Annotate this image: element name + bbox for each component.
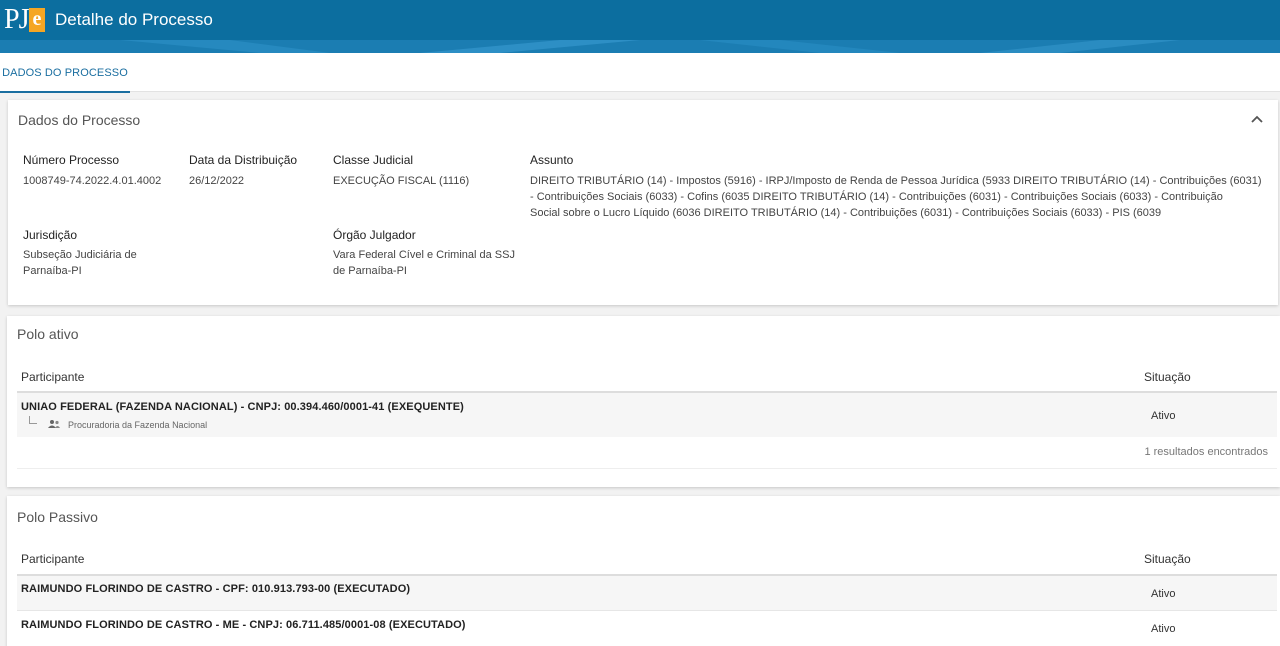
polo-passivo-card: Polo Passivo Participante Situação RAIMU…: [7, 496, 1280, 646]
logo-accent: e: [29, 8, 45, 32]
col-participante: Participante: [21, 370, 85, 384]
data-distribuicao-label: Data da Distribuição: [189, 153, 298, 167]
tab-label: DADOS DO PROCESSO: [2, 67, 128, 79]
active-tab-indicator: [0, 91, 130, 93]
people-icon: [48, 420, 60, 428]
assunto-line-3: Social sobre o Lucro Líquido (6036 DIREI…: [530, 207, 1162, 219]
orgao-julgador-label: Órgão Julgador: [333, 228, 416, 242]
results-count: 1 resultados encontrados: [1144, 446, 1268, 458]
status-badge: Ativo: [1151, 410, 1176, 422]
classe-judicial-value: EXECUÇÃO FISCAL (1116): [333, 175, 470, 187]
col-situacao: Situação: [1144, 552, 1191, 566]
pje-logo[interactable]: PJ e: [4, 4, 45, 36]
numero-processo-value: 1008749-74.2022.4.01.4002: [23, 175, 162, 187]
numero-processo-label: Número Processo: [23, 153, 120, 167]
chevron-up-icon[interactable]: [1250, 114, 1264, 124]
orgao-julgador-line-1: Vara Federal Cível e Criminal da SSJ: [333, 249, 515, 261]
header-decorative-band: [0, 40, 1280, 53]
card-title: Dados do Processo: [18, 112, 141, 128]
participant-representative: Procuradoria da Fazenda Nacional: [68, 420, 208, 430]
tab-bar: DADOS DO PROCESSO: [0, 53, 1280, 93]
dados-processo-card: Dados do Processo Número Processo 100874…: [8, 100, 1278, 305]
participant-name[interactable]: UNIAO FEDERAL (FAZENDA NACIONAL) - CNPJ:…: [21, 399, 464, 415]
participant-name[interactable]: RAIMUNDO FLORINDO DE CASTRO - ME - CNPJ:…: [21, 617, 466, 633]
card-title: Polo Passivo: [17, 509, 98, 525]
participant-name[interactable]: RAIMUNDO FLORINDO DE CASTRO - CPF: 010.9…: [21, 581, 410, 597]
table-row[interactable]: RAIMUNDO FLORINDO DE CASTRO - CPF: 010.9…: [17, 576, 1277, 610]
status-badge: Ativo: [1151, 588, 1176, 600]
orgao-julgador-line-2: de Parnaíba-PI: [333, 265, 407, 277]
data-distribuicao-value: 26/12/2022: [189, 175, 245, 187]
table-row[interactable]: UNIAO FEDERAL (FAZENDA NACIONAL) - CNPJ:…: [17, 393, 1277, 437]
col-participante: Participante: [21, 552, 85, 566]
assunto-line-2: - Contribuições Sociais (6033) - Cofins …: [530, 191, 1223, 203]
status-badge: Ativo: [1151, 623, 1176, 635]
col-situacao: Situação: [1144, 370, 1191, 384]
app-header: PJ e Detalhe do Processo: [0, 0, 1280, 40]
classe-judicial-label: Classe Judicial: [333, 153, 414, 167]
card-title: Polo ativo: [17, 326, 79, 342]
assunto-line-1: DIREITO TRIBUTÁRIO (14) - Impostos (5916…: [530, 175, 1262, 187]
polo-ativo-card: Polo ativo Participante Situação UNIAO F…: [7, 316, 1280, 487]
tab-dados-do-processo[interactable]: DADOS DO PROCESSO: [0, 53, 130, 93]
band-pattern-icon: [0, 40, 1280, 53]
results-divider: [17, 468, 1277, 469]
jurisdicao-label: Jurisdição: [23, 228, 78, 242]
jurisdicao-line-2: Parnaíba-PI: [23, 265, 82, 277]
page-title: Detalhe do Processo: [55, 10, 213, 29]
assunto-label: Assunto: [530, 153, 574, 167]
tree-connector: [29, 416, 37, 424]
table-row[interactable]: RAIMUNDO FLORINDO DE CASTRO - ME - CNPJ:…: [17, 611, 1277, 646]
logo-text: PJ: [4, 4, 29, 35]
jurisdicao-line-1: Subseção Judiciária de: [23, 249, 137, 261]
